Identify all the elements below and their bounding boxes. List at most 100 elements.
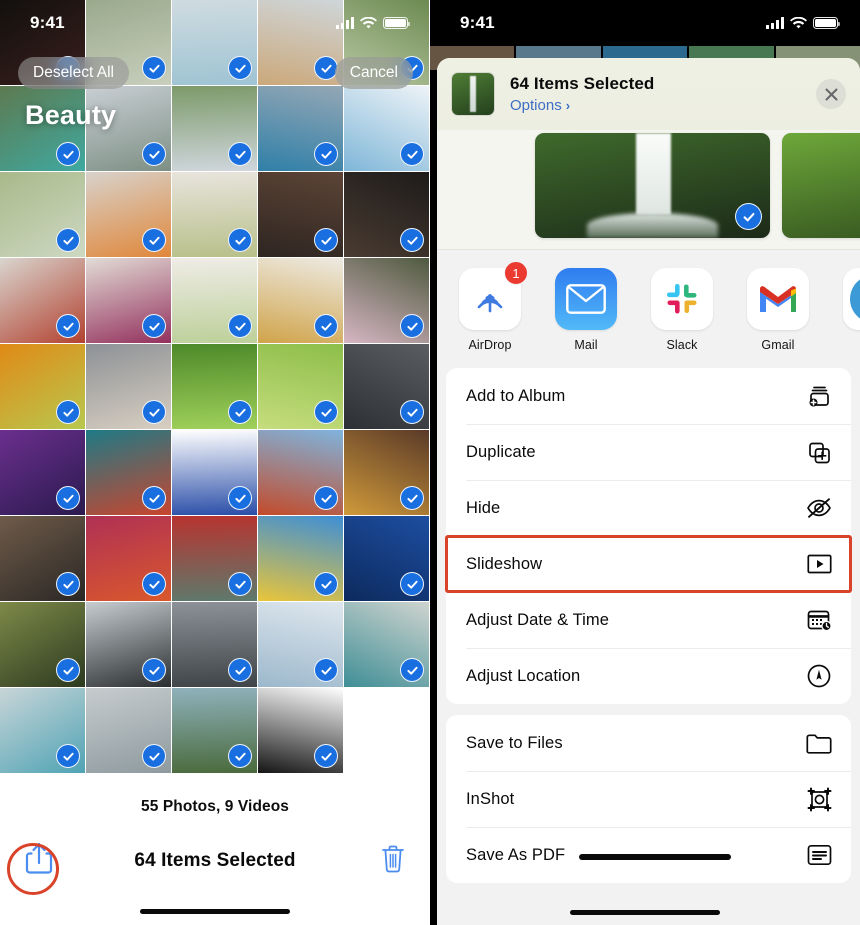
photo-cell[interactable] xyxy=(344,172,429,257)
photo-cell[interactable] xyxy=(0,430,85,515)
share-targets-row[interactable]: 1 AirDrop Mail Slack Gmail Te xyxy=(437,250,860,368)
share-target-airdrop[interactable]: 1 AirDrop xyxy=(453,261,528,352)
deselect-all-button[interactable]: Deselect All xyxy=(18,57,129,89)
selected-check-icon[interactable] xyxy=(400,400,424,424)
photo-cell[interactable] xyxy=(344,344,429,429)
selected-check-icon[interactable] xyxy=(142,658,166,682)
action-row-inshot[interactable]: InShot xyxy=(446,771,851,827)
photo-cell[interactable] xyxy=(172,688,257,773)
photo-cell[interactable] xyxy=(86,172,171,257)
selected-check-icon[interactable] xyxy=(142,56,166,80)
selected-check-icon[interactable] xyxy=(228,658,252,682)
options-link[interactable]: Options › xyxy=(510,97,816,114)
photo-cell[interactable] xyxy=(86,344,171,429)
action-row-adjust-location[interactable]: Adjust Location xyxy=(446,648,851,704)
selected-check-icon[interactable] xyxy=(314,228,338,252)
photo-cell[interactable] xyxy=(0,172,85,257)
action-row-add-to-album[interactable]: Add to Album xyxy=(446,368,851,424)
selected-check-icon[interactable] xyxy=(142,314,166,338)
photo-cell[interactable] xyxy=(0,688,85,773)
action-row-duplicate[interactable]: Duplicate xyxy=(446,424,851,480)
photo-cell[interactable] xyxy=(86,516,171,601)
photo-cell[interactable] xyxy=(86,430,171,515)
action-row-save-to-files[interactable]: Save to Files xyxy=(446,715,851,771)
photo-cell[interactable] xyxy=(172,344,257,429)
selected-check-icon[interactable] xyxy=(56,314,80,338)
selected-check-icon[interactable] xyxy=(142,744,166,768)
action-row-adjust-date-time[interactable]: Adjust Date & Time xyxy=(446,592,851,648)
selected-check-icon[interactable] xyxy=(400,142,424,166)
photo-cell[interactable] xyxy=(258,0,343,85)
photo-cell[interactable] xyxy=(86,258,171,343)
selected-check-icon[interactable] xyxy=(228,142,252,166)
action-row-save-as-pdf[interactable]: Save As PDF xyxy=(446,827,851,883)
selected-check-icon[interactable] xyxy=(314,744,338,768)
photo-cell[interactable] xyxy=(172,516,257,601)
photo-cell[interactable] xyxy=(86,602,171,687)
selected-check-icon[interactable] xyxy=(228,572,252,596)
selected-check-icon[interactable] xyxy=(228,228,252,252)
selected-check-icon[interactable] xyxy=(56,658,80,682)
selected-check-icon[interactable] xyxy=(735,203,762,230)
photo-cell[interactable] xyxy=(172,172,257,257)
selected-check-icon[interactable] xyxy=(400,314,424,338)
photo-cell[interactable] xyxy=(258,430,343,515)
share-target-mail[interactable]: Mail xyxy=(549,268,623,352)
preview-waterfall[interactable] xyxy=(535,133,770,238)
selected-check-icon[interactable] xyxy=(400,658,424,682)
selected-check-icon[interactable] xyxy=(400,572,424,596)
selected-photos-preview[interactable] xyxy=(437,130,860,250)
photo-cell[interactable] xyxy=(258,86,343,171)
photo-cell[interactable] xyxy=(258,258,343,343)
selected-check-icon[interactable] xyxy=(56,744,80,768)
photo-cell[interactable] xyxy=(344,602,429,687)
action-row-slideshow[interactable]: Slideshow xyxy=(446,536,851,592)
selected-check-icon[interactable] xyxy=(314,400,338,424)
selected-check-icon[interactable] xyxy=(314,658,338,682)
photo-cell[interactable] xyxy=(344,430,429,515)
selected-check-icon[interactable] xyxy=(228,56,252,80)
close-button[interactable] xyxy=(816,79,846,109)
photo-cell[interactable] xyxy=(0,344,85,429)
photo-cell[interactable] xyxy=(0,258,85,343)
photo-cell[interactable] xyxy=(344,86,429,171)
photo-cell[interactable] xyxy=(172,430,257,515)
photo-cell[interactable] xyxy=(344,258,429,343)
selected-check-icon[interactable] xyxy=(56,486,80,510)
share-target-gmail[interactable]: Gmail xyxy=(741,268,815,352)
selected-check-icon[interactable] xyxy=(400,486,424,510)
photo-cell[interactable] xyxy=(172,602,257,687)
cancel-button[interactable]: Cancel xyxy=(334,57,413,89)
preview-moss-field[interactable] xyxy=(782,133,860,238)
photo-cell[interactable] xyxy=(172,0,257,85)
selected-check-icon[interactable] xyxy=(228,400,252,424)
photo-cell[interactable] xyxy=(258,172,343,257)
selected-check-icon[interactable] xyxy=(142,486,166,510)
selected-check-icon[interactable] xyxy=(56,400,80,424)
photo-cell[interactable] xyxy=(258,516,343,601)
photo-cell[interactable] xyxy=(86,688,171,773)
photo-cell[interactable] xyxy=(172,258,257,343)
selected-check-icon[interactable] xyxy=(142,572,166,596)
photo-cell[interactable] xyxy=(0,602,85,687)
selected-check-icon[interactable] xyxy=(142,228,166,252)
selected-check-icon[interactable] xyxy=(400,228,424,252)
selected-check-icon[interactable] xyxy=(314,142,338,166)
photo-cell[interactable] xyxy=(258,602,343,687)
share-target-slack[interactable]: Slack xyxy=(645,268,719,352)
photo-cell[interactable] xyxy=(344,516,429,601)
photo-cell[interactable] xyxy=(172,86,257,171)
selected-check-icon[interactable] xyxy=(314,314,338,338)
photo-cell[interactable] xyxy=(0,516,85,601)
selected-check-icon[interactable] xyxy=(56,572,80,596)
share-target-te[interactable]: Te xyxy=(837,268,860,352)
selected-check-icon[interactable] xyxy=(228,314,252,338)
action-row-hide[interactable]: Hide xyxy=(446,480,851,536)
selected-check-icon[interactable] xyxy=(228,486,252,510)
photo-cell[interactable] xyxy=(258,344,343,429)
selected-check-icon[interactable] xyxy=(314,486,338,510)
selected-check-icon[interactable] xyxy=(142,142,166,166)
selected-check-icon[interactable] xyxy=(56,142,80,166)
share-actions[interactable]: Add to Album Duplicate Hide Slideshow Adjust… xyxy=(437,368,860,883)
selected-check-icon[interactable] xyxy=(56,228,80,252)
